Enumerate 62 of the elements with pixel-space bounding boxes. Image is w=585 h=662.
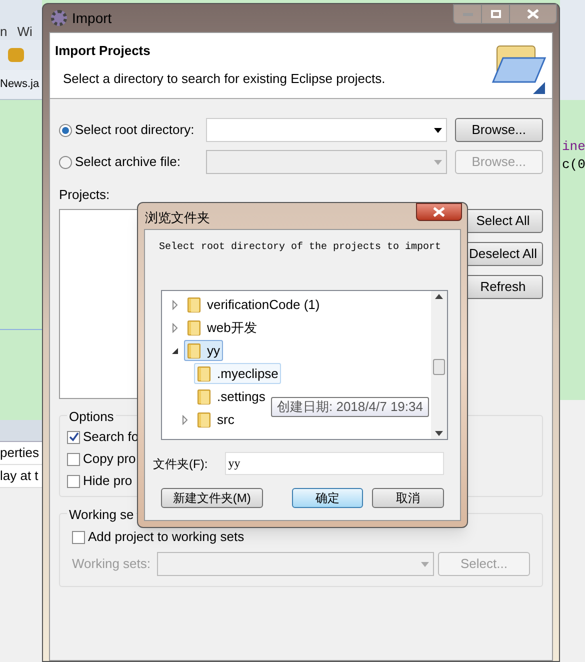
scroll-up-arrow-icon[interactable]	[435, 294, 443, 299]
dropdown-arrow-icon	[434, 160, 442, 164]
dialog-prompt: Select root directory of the projects to import	[159, 242, 442, 254]
checkbox-label: Hide pro	[83, 472, 132, 490]
checkbox[interactable]	[72, 530, 85, 544]
menu-item[interactable]: n	[0, 22, 8, 42]
field-label: Working sets:	[72, 555, 152, 574]
tree-item[interactable]: src	[194, 409, 238, 430]
dialog-button[interactable]: 确定	[292, 488, 363, 508]
folder-icon	[187, 320, 201, 336]
expand-triangle-icon[interactable]	[170, 322, 180, 332]
browse-button[interactable]: Browse...	[454, 118, 543, 142]
tooltip: 创建日期: 2018/4/7 19:34	[271, 397, 429, 417]
field-label: 文件夹(F):	[153, 456, 209, 472]
editor-tab[interactable]: News.ja	[0, 76, 40, 93]
tree-item[interactable]: .myeclipse	[194, 363, 282, 384]
checkbox-label: Add project to working sets	[88, 528, 244, 546]
scroll-down-arrow-icon[interactable]	[435, 431, 443, 436]
projects-label: Projects:	[59, 186, 111, 204]
dropdown-arrow-icon	[421, 562, 429, 566]
panel-text: lay at t	[0, 467, 38, 486]
dialog-button[interactable]: 取消	[372, 488, 444, 508]
folder-icon	[187, 342, 201, 358]
dialog-title: 浏览文件夹	[145, 209, 210, 227]
menu-item[interactable]: Wi	[17, 22, 32, 42]
window-title: Import	[72, 8, 112, 28]
folder-icon	[197, 388, 211, 404]
expand-triangle-icon[interactable]	[170, 300, 180, 310]
checkbox[interactable]	[67, 474, 80, 488]
radio-button[interactable]	[59, 156, 72, 168]
dialog-button[interactable]: 新建文件夹(M)	[161, 488, 263, 508]
code-text: ine	[562, 138, 585, 156]
checkbox[interactable]	[67, 430, 80, 444]
scrollbar[interactable]	[431, 291, 447, 439]
code-text: c(0	[562, 156, 585, 174]
tree-item[interactable]: .settings	[194, 386, 268, 407]
radio-button[interactable]	[59, 124, 72, 136]
maximize-icon	[490, 10, 500, 18]
dropdown-arrow-icon	[434, 128, 442, 132]
close-icon	[527, 9, 539, 19]
collapse-triangle-icon[interactable]	[170, 346, 180, 356]
checkbox-label: Copy pro	[83, 450, 136, 468]
radio-label: Select root directory:	[75, 121, 194, 140]
close-icon	[433, 207, 445, 217]
toolbar-icon[interactable]	[8, 48, 24, 62]
header-description: Select a directory to search for existing Eclipse projects.	[63, 70, 386, 88]
scrollbar-thumb[interactable]	[433, 359, 445, 375]
tree-item[interactable]: yy	[184, 340, 223, 361]
folder-icon	[197, 366, 211, 382]
panel-text: perties	[0, 444, 40, 462]
radio-label: Select archive file:	[75, 153, 180, 172]
folder-icon	[197, 412, 211, 428]
close-button[interactable]	[416, 203, 462, 221]
folder-icon	[187, 296, 201, 312]
folder-input-field[interactable]: yy	[225, 452, 444, 475]
maximize-button[interactable]	[482, 5, 510, 23]
checkbox[interactable]	[67, 452, 80, 466]
header-title: Import Projects	[55, 42, 152, 60]
expand-triangle-icon[interactable]	[180, 414, 190, 424]
tree-item[interactable]: web开发	[184, 317, 260, 338]
gear-icon	[51, 10, 67, 26]
tree-item[interactable]: verificationCode (1)	[184, 294, 323, 315]
